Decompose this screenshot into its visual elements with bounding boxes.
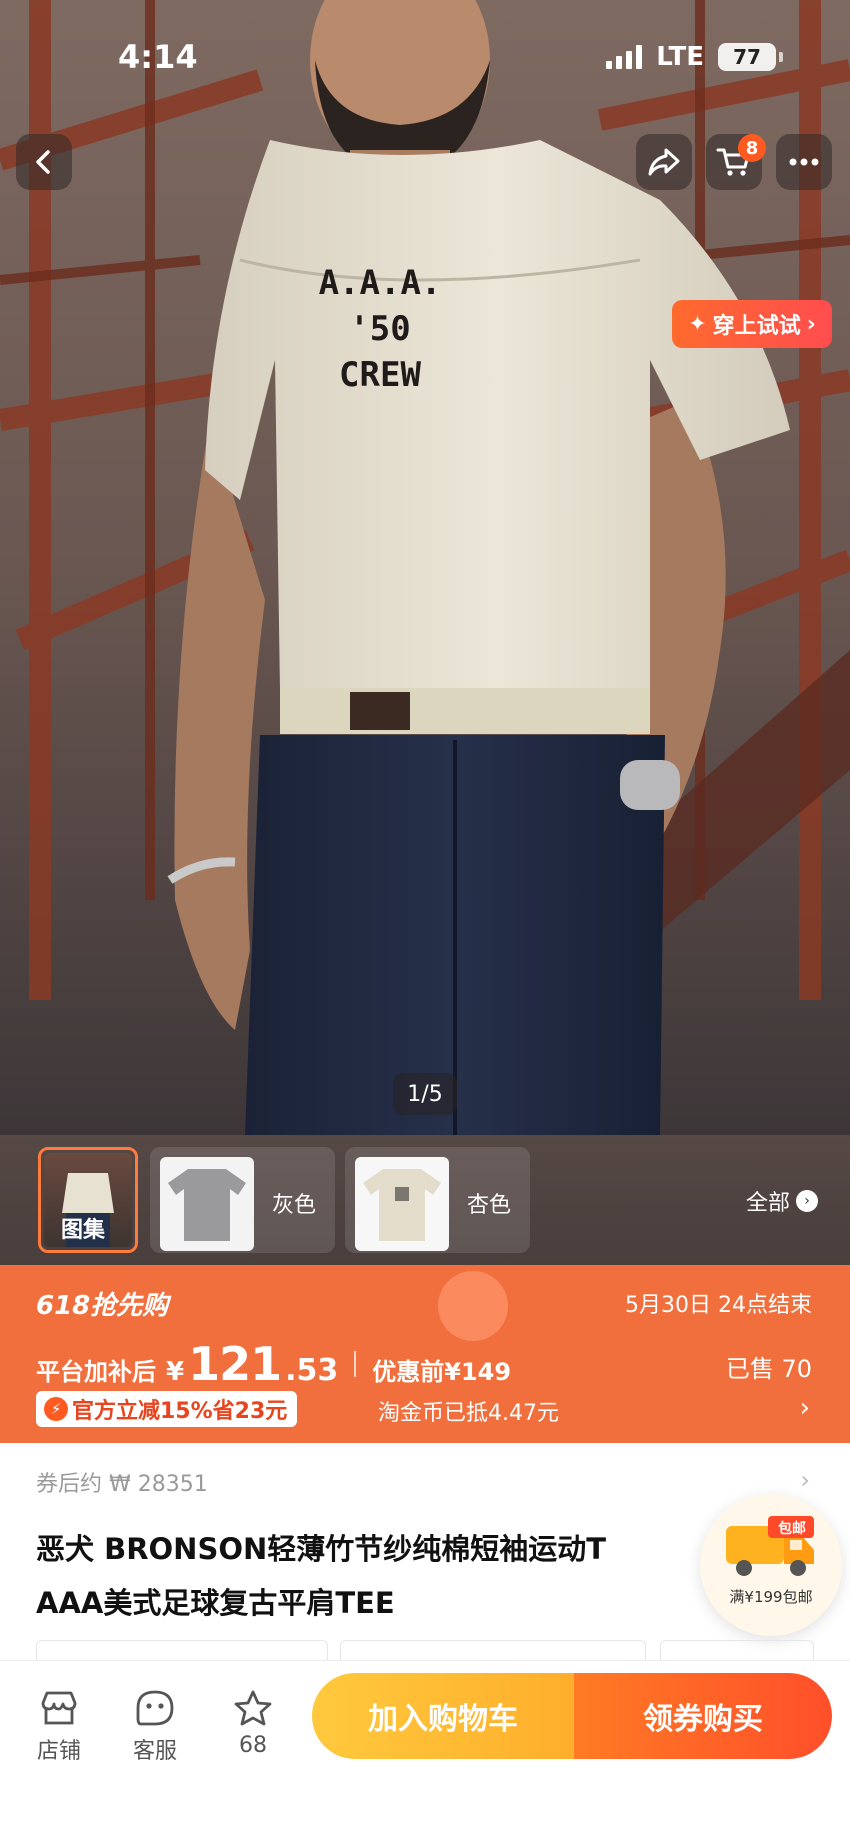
battery-icon: 77	[718, 43, 783, 71]
status-bar: 4:14 LTE 77	[0, 0, 850, 110]
thumb-gray-label: 灰色	[272, 1193, 317, 1218]
price-separator	[354, 1351, 357, 1377]
share-icon	[648, 148, 680, 176]
product-title-line-1: 恶犬 BRONSON轻薄竹节纱纯棉短袖运动T	[36, 1532, 607, 1566]
print-line-3: CREW	[339, 355, 421, 395]
coupon-price[interactable]: 券后约 ₩ 28351	[36, 1466, 208, 1498]
price-currency: ¥	[166, 1357, 185, 1387]
customer-service-button[interactable]: 客服	[120, 1689, 190, 1765]
view-all-label: 全部	[745, 1191, 790, 1216]
more-icon	[789, 158, 819, 166]
product-title-line-2: AAA美式足球复古平肩TEE	[36, 1586, 395, 1620]
cart-count-badge: 8	[738, 134, 766, 162]
thumb-apricot-image	[355, 1157, 449, 1251]
discount-badge: ⚡ 官方立减15%省23元	[36, 1391, 298, 1427]
back-button[interactable]	[16, 134, 72, 190]
thumb-gallery-label: 图集	[61, 1218, 106, 1243]
chevron-right-icon: ›	[800, 1466, 810, 1494]
free-shipping-badge[interactable]: 包邮 满¥199包邮	[700, 1494, 842, 1636]
tshirt-print: A.A.A. '50 CREW	[300, 260, 460, 398]
try-on-label: 穿上试试	[712, 314, 801, 339]
store-button[interactable]: 店铺	[24, 1689, 94, 1765]
promo-banner[interactable]: 618抢先购 5月30日 24点结束 平台加补后 ¥ 121 .53 优惠前¥1…	[0, 1265, 850, 1443]
service-label: 客服	[132, 1739, 177, 1764]
sparkle-icon: ✦	[688, 311, 707, 337]
free-shipping-label: 满¥199包邮	[729, 1588, 813, 1606]
coin-deduction: 淘金币已抵4.47元	[378, 1401, 559, 1426]
discount-badge-label: 官方立减15%省23元	[72, 1399, 288, 1424]
print-line-2: '50	[349, 309, 411, 349]
battery-level: 77	[733, 45, 761, 69]
promo-price-row: 平台加补后 ¥ 121 .53 优惠前¥149	[36, 1337, 511, 1391]
chevron-right-circle-icon: ›	[796, 1190, 818, 1212]
free-shipping-tag: 包邮	[778, 1521, 806, 1537]
promo-title: 618抢先购	[36, 1291, 169, 1321]
thumb-apricot-label: 杏色	[467, 1193, 512, 1218]
product-title: 恶犬 BRONSON轻薄竹节纱纯棉短袖运动T AAA美式足球复古平肩TEE	[36, 1522, 736, 1630]
store-icon	[41, 1691, 77, 1725]
thumb-gallery[interactable]: 图集	[38, 1147, 138, 1253]
chevron-right-icon: ›	[806, 311, 816, 337]
favorite-count: 68	[239, 1733, 267, 1758]
price-label: 平台加补后	[36, 1358, 156, 1386]
lightning-icon: ⚡	[44, 1397, 68, 1421]
bottom-action-bar: 店铺 客服 68 加入购物车 领券购买	[0, 1660, 850, 1842]
thumb-variant-apricot[interactable]: 杏色	[345, 1147, 530, 1253]
print-line-1: A.A.A.	[318, 263, 442, 303]
promo-decoration	[438, 1271, 508, 1341]
status-indicators: LTE 77	[606, 42, 783, 72]
network-label: LTE	[656, 42, 704, 72]
star-icon	[234, 1690, 272, 1726]
price-decimal: .53	[285, 1353, 339, 1388]
chat-face-icon	[136, 1690, 174, 1726]
share-button[interactable]	[636, 134, 692, 190]
price-integer: 121	[188, 1337, 282, 1391]
try-on-button[interactable]: ✦ 穿上试试 ›	[672, 300, 832, 348]
sold-count: 已售 70	[725, 1355, 812, 1383]
thumb-gray-image	[160, 1157, 254, 1251]
promo-end-time: 5月30日 24点结束	[625, 1293, 812, 1318]
view-all-variants-button[interactable]: 全部 ›	[746, 1185, 818, 1217]
more-button[interactable]	[776, 134, 832, 190]
signal-icon	[606, 45, 643, 69]
thumb-variant-gray[interactable]: 灰色	[150, 1147, 335, 1253]
store-label: 店铺	[36, 1739, 81, 1764]
status-time: 4:14	[118, 38, 198, 76]
gallery-page-indicator: 1/5	[393, 1073, 457, 1115]
favorite-button[interactable]: 68	[218, 1689, 288, 1758]
chevron-right-icon: ›	[799, 1393, 810, 1423]
claim-coupon-buy-button[interactable]: 领券购买	[574, 1673, 832, 1759]
original-price: 优惠前¥149	[372, 1358, 512, 1386]
variant-thumbnail-strip: 图集 灰色 杏色	[0, 1135, 850, 1265]
add-to-cart-button[interactable]: 加入购物车	[312, 1673, 574, 1759]
chevron-left-icon	[36, 150, 50, 174]
